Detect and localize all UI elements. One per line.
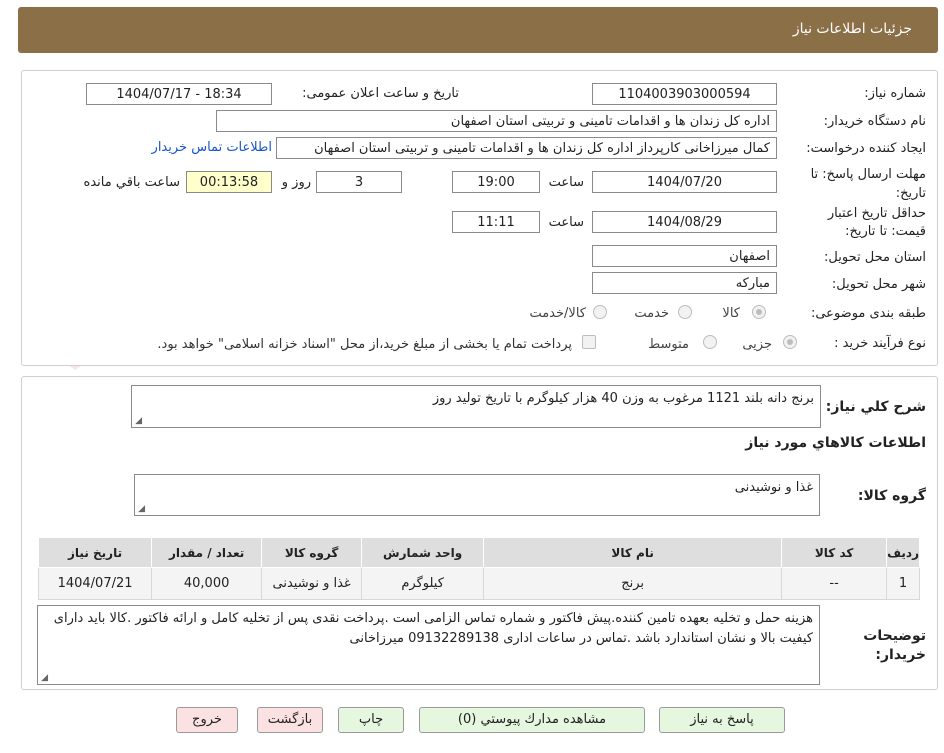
- treasury-payment-note: پرداخت تمام یا بخشی از مبلغ خرید،از محل …: [157, 337, 572, 352]
- validity-date-field: 1404/08/29: [592, 211, 777, 233]
- category-goods-service-label: کالا/خدمت: [529, 306, 586, 321]
- buyer-notes-field: هزینه حمل و تخلیه بعهده تامین کننده.پیش …: [37, 605, 820, 685]
- deadline-time-field: 19:00: [452, 171, 540, 193]
- col-header-goods-code: کد کالا: [781, 537, 888, 568]
- province-label: استان محل تحویل:: [824, 250, 926, 265]
- announce-date-label: تاریخ و ساعت اعلان عمومی:: [302, 86, 459, 101]
- cell-goods-code: --: [781, 567, 888, 600]
- buyer-notes-label-line1: توضیحات: [863, 628, 926, 644]
- process-medium-label: متوسط: [648, 337, 689, 352]
- resize-grip-icon[interactable]: ◢: [134, 417, 142, 426]
- category-service-radio[interactable]: [678, 305, 692, 319]
- city-field: مبارکه: [592, 272, 777, 294]
- col-header-need-date: تاریخ نیاز: [37, 537, 153, 568]
- col-header-goods-name: نام کالا: [483, 537, 783, 568]
- treasury-payment-checkbox[interactable]: [582, 335, 596, 349]
- col-header-goods-group: گروه کالا: [261, 537, 363, 568]
- remaining-time-field: 00:13:58: [186, 171, 272, 193]
- print-button[interactable]: چاپ: [338, 707, 404, 733]
- category-label: طبقه بندی موضوعی:: [810, 306, 926, 321]
- cell-goods-name: برنج: [483, 567, 783, 600]
- reply-button[interactable]: پاسخ به نیاز: [659, 707, 785, 733]
- buyer-notes-text: هزینه حمل و تخلیه بعهده تامین کننده.پیش …: [53, 611, 813, 646]
- goods-group-field: غذا و نوشیدنی ◢: [134, 474, 820, 516]
- cell-need-date: 1404/07/21: [37, 567, 153, 600]
- resize-grip-icon[interactable]: ◢: [137, 505, 145, 514]
- general-description-text: برنج دانه بلند 1121 مرغوب به وزن 40 هزار…: [432, 391, 814, 406]
- process-type-label: نوع فرآیند خرید :: [834, 336, 926, 351]
- validity-label-line1: حداقل تاریخ اعتبار: [827, 206, 926, 221]
- process-minor-radio[interactable]: [783, 335, 797, 349]
- category-service-label: خدمت: [634, 306, 669, 321]
- general-description-label: شرح کلي نیاز:: [825, 399, 926, 415]
- cell-row-number: 1: [886, 567, 920, 600]
- buyer-org-field: اداره کل زندان ها و اقدامات تامینی و ترب…: [216, 110, 777, 132]
- buyer-org-label: نام دستگاه خریدار:: [823, 114, 926, 129]
- exit-button[interactable]: خروج: [176, 707, 238, 733]
- city-label: شهر محل تحویل:: [831, 277, 926, 292]
- page-header: جزئیات اطلاعات نیاز: [18, 7, 938, 53]
- province-field: اصفهان: [592, 245, 777, 267]
- remaining-time-label: ساعت باقي مانده: [83, 175, 180, 190]
- col-header-unit: واحد شمارش: [361, 537, 485, 568]
- announce-date-field: 1404/07/17 - 18:34: [86, 83, 272, 105]
- back-button[interactable]: بازگشت: [257, 707, 323, 733]
- cell-unit: کیلوگرم: [361, 567, 485, 600]
- days-remaining-field: 3: [316, 171, 402, 193]
- validity-label-line2: قیمت: تا تاریخ:: [845, 224, 926, 239]
- buyer-contact-link[interactable]: اطلاعات تماس خریدار: [152, 140, 272, 155]
- deadline-time-label: ساعت: [548, 175, 584, 190]
- validity-time-label: ساعت: [548, 215, 584, 230]
- requester-label: ایجاد کننده درخواست:: [806, 141, 926, 156]
- goods-group-text: غذا و نوشیدنی: [734, 480, 813, 495]
- table-header-row: ردیف کد کالا نام کالا واحد شمارش گروه کا…: [37, 537, 920, 568]
- days-label: روز و: [281, 175, 311, 190]
- validity-time-field: 11:11: [452, 211, 540, 233]
- need-number-field: 1104003903000594: [592, 83, 777, 105]
- category-goods-label: کالا: [722, 306, 740, 321]
- table-row: 1 -- برنج کیلوگرم غذا و نوشیدنی 40,000 1…: [37, 567, 920, 600]
- category-goods-radio[interactable]: [752, 305, 766, 319]
- need-number-label: شماره نیاز:: [864, 86, 926, 101]
- goods-table: ردیف کد کالا نام کالا واحد شمارش گروه کا…: [37, 537, 920, 600]
- col-header-row-number: ردیف: [886, 537, 920, 568]
- cell-quantity: 40,000: [151, 567, 263, 600]
- resize-grip-icon[interactable]: ◢: [40, 674, 48, 683]
- goods-group-label: گروه کالا:: [857, 488, 926, 504]
- page-title: جزئیات اطلاعات نیاز: [792, 21, 912, 37]
- deadline-label: مهلت ارسال پاسخ: تا تاریخ:: [810, 167, 926, 201]
- process-minor-label: جزیی: [742, 337, 772, 352]
- category-goods-service-radio[interactable]: [593, 305, 607, 319]
- view-attachments-button[interactable]: مشاهده مدارك پيوستي (0): [419, 707, 645, 733]
- deadline-date-field: 1404/07/20: [592, 171, 777, 193]
- col-header-quantity: تعداد / مقدار: [151, 537, 263, 568]
- goods-info-title: اطلاعات کالاهاي مورد نیاز: [745, 435, 926, 451]
- requester-field: کمال میرزاخانی کارپرداز اداره کل زندان ه…: [276, 137, 777, 159]
- process-medium-radio[interactable]: [703, 335, 717, 349]
- general-description-field: برنج دانه بلند 1121 مرغوب به وزن 40 هزار…: [131, 385, 821, 428]
- buyer-notes-label-line2: خریدار:: [875, 647, 926, 663]
- cell-goods-group: غذا و نوشیدنی: [261, 567, 363, 600]
